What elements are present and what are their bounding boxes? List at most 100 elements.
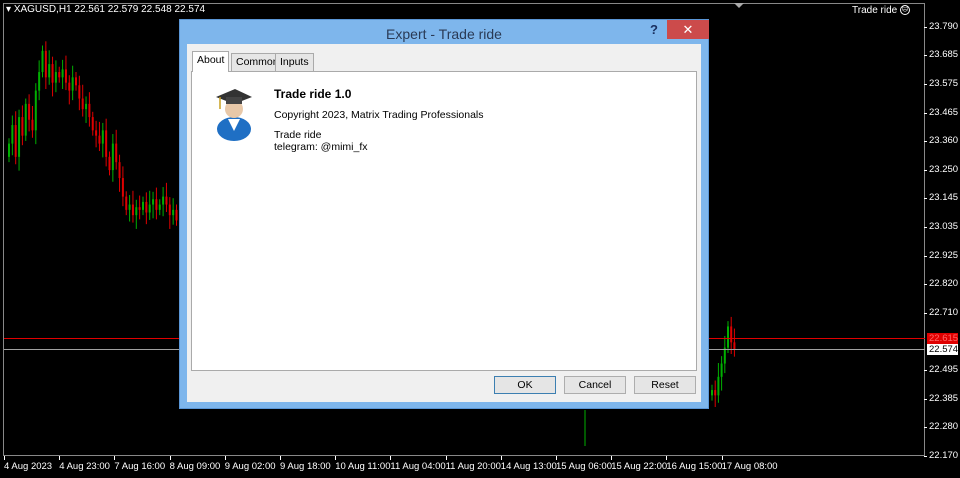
bid-price-tag: 22.574 xyxy=(927,344,959,356)
help-button[interactable]: ? xyxy=(650,22,658,37)
candle xyxy=(41,45,44,78)
candle xyxy=(142,196,144,216)
price-axis-label: 23.360 xyxy=(923,134,959,146)
symbol-info: ▾ XAGUSD,H1 22.561 22.579 22.548 22.574 xyxy=(6,4,206,15)
candle xyxy=(105,118,108,167)
time-axis-label: 15 Aug 06:00 xyxy=(556,456,612,472)
price-axis-label: 23.790 xyxy=(923,21,959,32)
candle xyxy=(18,109,21,171)
candle xyxy=(714,380,717,408)
time-axis-label: 11 Aug 20:00 xyxy=(445,456,501,472)
candle xyxy=(162,187,165,217)
candle xyxy=(175,204,178,226)
candle xyxy=(61,59,64,90)
candle xyxy=(71,65,74,101)
tab-inputs[interactable]: Inputs xyxy=(275,53,314,71)
expert-name: Trade ride xyxy=(852,5,898,16)
candle xyxy=(717,363,720,403)
candle xyxy=(138,195,141,220)
price-axis-label: 22.280 xyxy=(923,421,959,433)
candle xyxy=(31,105,34,138)
candle xyxy=(158,199,161,216)
candle xyxy=(14,111,17,165)
price-axis-label: 23.145 xyxy=(923,191,959,203)
candle xyxy=(168,197,171,229)
candle xyxy=(121,166,124,207)
candle xyxy=(111,134,114,182)
time-axis-label: 9 Aug 02:00 xyxy=(224,456,276,472)
time-axis-label: 17 Aug 08:00 xyxy=(721,456,778,472)
candle xyxy=(85,96,88,123)
expert-avatar-icon xyxy=(216,89,252,141)
candle xyxy=(24,98,27,141)
reset-button[interactable]: Reset xyxy=(634,376,696,394)
ask-price-tag: 22.615 xyxy=(927,333,959,345)
candle xyxy=(64,55,67,91)
candle xyxy=(44,41,47,90)
time-axis-label: 9 Aug 18:00 xyxy=(280,456,331,472)
price-axis-label: 22.385 xyxy=(923,393,959,405)
candle xyxy=(95,120,98,148)
about-panel: Trade ride 1.0 Copyright 2023, Matrix Tr… xyxy=(191,71,697,371)
candle xyxy=(54,60,57,93)
time-axis-label: 11 Aug 04:00 xyxy=(390,456,446,472)
candle xyxy=(165,182,168,212)
candle xyxy=(48,50,51,85)
price-axis-label: 23.465 xyxy=(923,107,959,119)
sad-face-icon: ☹ xyxy=(900,5,910,16)
candle xyxy=(131,190,134,223)
candle xyxy=(128,195,131,222)
contact-text: telegram: @mimi_fx xyxy=(274,141,368,153)
candle xyxy=(101,122,104,158)
candle xyxy=(51,56,54,97)
candle xyxy=(125,191,128,216)
expert-label[interactable]: Trade ride ☹ xyxy=(852,5,910,16)
copyright-text: Copyright 2023, Matrix Trading Professio… xyxy=(274,109,484,121)
price-axis-label: 23.035 xyxy=(923,221,959,233)
time-axis-label: 7 Aug 16:00 xyxy=(114,456,166,472)
ok-button[interactable]: OK xyxy=(494,376,556,394)
price-axis-label: 23.685 xyxy=(923,48,959,60)
candle xyxy=(81,84,84,117)
candle xyxy=(711,384,713,401)
dialog-title: Expert - Trade ride xyxy=(386,26,502,42)
time-axis-label: 10 Aug 11:00 xyxy=(335,456,391,472)
expert-dialog: Expert - Trade ride ? ✕ About Common Inp… xyxy=(179,19,709,409)
candle xyxy=(8,138,10,163)
symbol-ohlc: XAGUSD,H1 22.561 22.579 22.548 22.574 xyxy=(13,4,206,15)
price-axis-label: 22.495 xyxy=(923,364,959,376)
time-axis-label: 16 Aug 15:00 xyxy=(666,456,723,472)
tab-about[interactable]: About xyxy=(192,51,230,72)
candle xyxy=(28,94,31,132)
candle xyxy=(38,60,41,101)
price-axis-label: 22.710 xyxy=(923,307,959,319)
time-axis-label: 15 Aug 22:00 xyxy=(611,456,668,472)
close-button[interactable]: ✕ xyxy=(667,20,709,39)
candle xyxy=(34,83,37,145)
candle xyxy=(118,154,121,192)
candle xyxy=(720,356,723,391)
candle xyxy=(148,190,151,220)
price-axis-label: 23.250 xyxy=(923,164,959,176)
candle xyxy=(58,66,61,83)
price-axis-label: 22.170 xyxy=(923,450,959,462)
candle xyxy=(727,321,729,353)
dialog-body: About Common Inputs Trade ride 1.0 Copyr… xyxy=(187,44,701,402)
candle xyxy=(733,328,736,357)
time-axis-label: 4 Aug 2023 xyxy=(4,456,53,472)
chart-shift-marker[interactable] xyxy=(734,3,744,8)
time-axis-label: 14 Aug 13:00 xyxy=(500,456,557,472)
candle xyxy=(155,187,158,220)
candle xyxy=(98,121,101,152)
time-axis-label: 4 Aug 23:00 xyxy=(59,456,110,472)
candle xyxy=(152,191,155,219)
price-axis-label: 22.820 xyxy=(923,278,959,290)
expert-name-version: Trade ride 1.0 xyxy=(274,87,352,101)
candle xyxy=(88,92,91,127)
candle xyxy=(75,72,77,91)
candle xyxy=(172,198,175,225)
cancel-button[interactable]: Cancel xyxy=(564,376,626,394)
candle xyxy=(91,111,94,136)
time-axis-label: 8 Aug 09:00 xyxy=(169,456,221,472)
candle xyxy=(11,115,14,156)
